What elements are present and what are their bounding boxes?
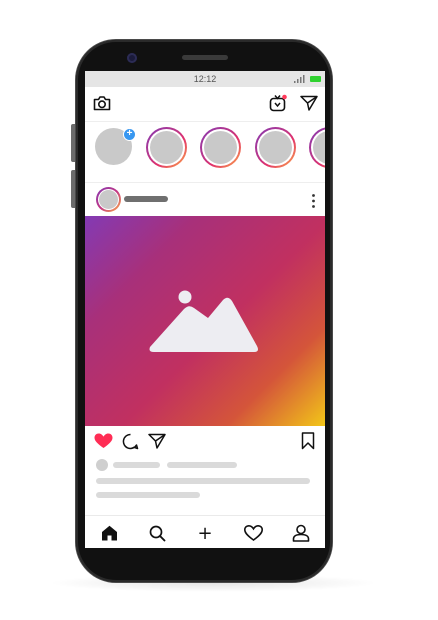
more-vertical-icon[interactable]: [312, 194, 315, 208]
caption-text-placeholder: [96, 478, 310, 484]
share-icon[interactable]: [148, 433, 166, 449]
signal-icon: [294, 75, 305, 83]
notification-dot: [282, 94, 287, 100]
phone-frame: 12:12 + +: [76, 40, 332, 582]
caption-text-placeholder: [96, 492, 200, 498]
post-actions-bar: [85, 426, 325, 454]
top-bar: [85, 87, 325, 122]
likes-avatar-placeholder: [96, 459, 108, 471]
story-item[interactable]: [200, 127, 241, 168]
likes-text-placeholder: [113, 462, 160, 468]
search-icon: [149, 525, 166, 542]
post-author-avatar[interactable]: [96, 187, 121, 212]
status-time: 12:12: [193, 74, 217, 84]
stories-tray: +: [85, 122, 325, 183]
post-username-placeholder[interactable]: [124, 196, 168, 202]
activity-heart-icon: [244, 525, 263, 541]
camera-icon[interactable]: [93, 95, 111, 111]
story-avatar: [313, 131, 325, 164]
story-item[interactable]: [146, 127, 187, 168]
nav-search[interactable]: [133, 516, 181, 548]
direct-message-icon[interactable]: [300, 95, 318, 111]
profile-icon: [292, 524, 310, 542]
bookmark-icon[interactable]: [301, 432, 315, 450]
post-image[interactable]: [85, 216, 325, 426]
add-story-badge[interactable]: +: [123, 128, 136, 141]
front-camera: [127, 53, 137, 63]
home-icon: [102, 525, 117, 541]
igtv-icon[interactable]: [269, 94, 287, 112]
story-item[interactable]: [309, 127, 325, 168]
image-mountain-icon: [149, 290, 258, 352]
heart-filled-icon[interactable]: [94, 433, 113, 449]
nav-activity[interactable]: [229, 516, 277, 548]
story-avatar: [204, 131, 237, 164]
status-bar: 12:12: [85, 71, 325, 87]
post-header: [85, 183, 325, 216]
nav-profile[interactable]: [277, 516, 325, 548]
story-item[interactable]: [255, 127, 296, 168]
nav-add-post[interactable]: +: [181, 516, 229, 548]
nav-home[interactable]: [85, 516, 133, 548]
earpiece-speaker: [182, 55, 228, 60]
comment-icon[interactable]: [122, 433, 139, 450]
phone-screen: 12:12 + +: [85, 71, 325, 548]
story-avatar: [150, 131, 183, 164]
battery-icon: [310, 76, 321, 82]
bottom-nav: +: [85, 515, 325, 548]
add-post-icon: +: [197, 523, 213, 544]
likes-text-placeholder: [167, 462, 237, 468]
story-avatar: [259, 131, 292, 164]
